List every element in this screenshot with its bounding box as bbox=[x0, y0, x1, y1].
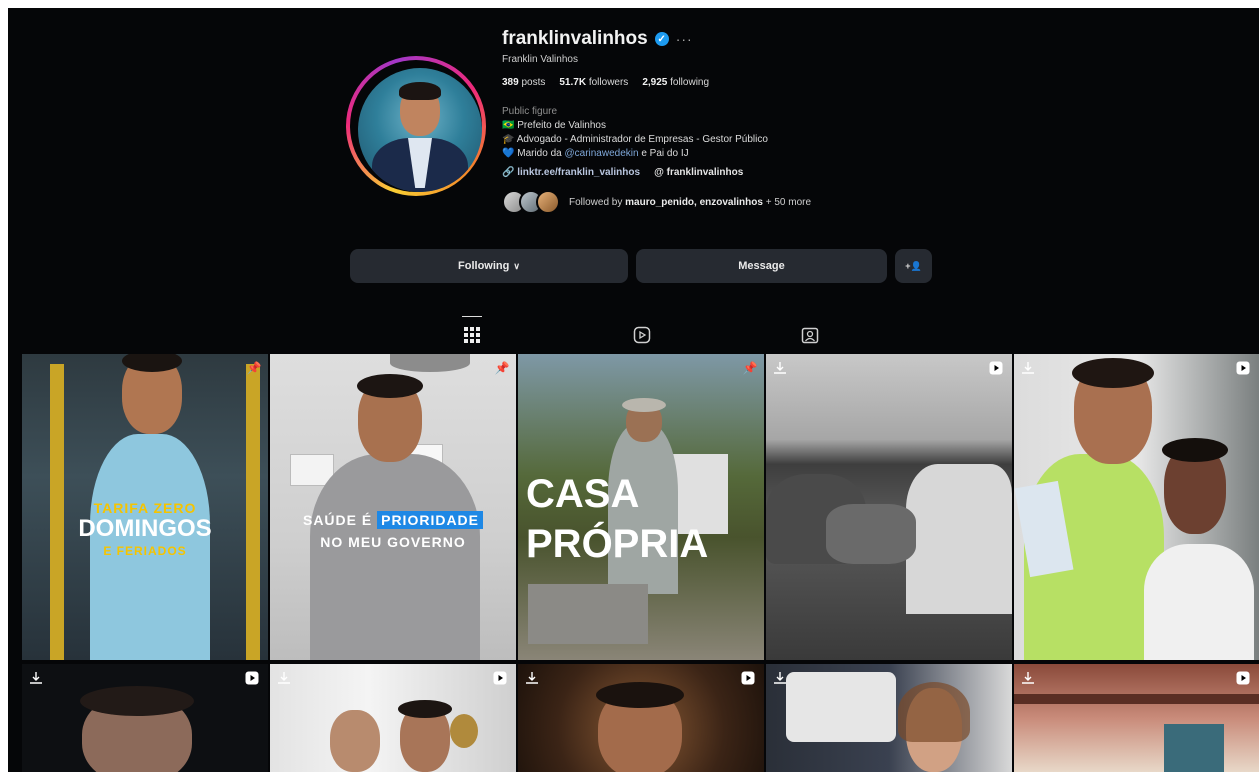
followed-by[interactable]: Followed by mauro_penido, enzovalinhos +… bbox=[502, 190, 1062, 214]
brazil-flag-icon: 🇧🇷 bbox=[502, 120, 515, 131]
download-icon[interactable] bbox=[772, 360, 788, 376]
reel-icon bbox=[1235, 360, 1251, 376]
post-caption: SAÚDE É PRIORIDADE bbox=[278, 511, 508, 529]
avatar[interactable] bbox=[358, 68, 482, 192]
tab-tagged[interactable] bbox=[798, 324, 822, 346]
profile-bio: 🇧🇷 Prefeito de Valinhos 🎓 Advogado - Adm… bbox=[502, 119, 1062, 161]
graduation-cap-icon: 🎓 bbox=[502, 134, 515, 145]
active-tab-indicator bbox=[462, 316, 482, 317]
reel-icon bbox=[244, 670, 260, 686]
link-icon: 🔗 bbox=[502, 167, 515, 178]
bio-mention-link[interactable]: @carinawedekin bbox=[564, 148, 638, 159]
download-icon[interactable] bbox=[524, 670, 540, 686]
following-stat[interactable]: 2,925 following bbox=[642, 77, 709, 88]
threads-link[interactable]: @ franklinvalinhos bbox=[654, 167, 743, 178]
verified-badge-icon: ✓ bbox=[654, 32, 669, 46]
pin-icon: 📌 bbox=[246, 361, 262, 375]
post-tile[interactable] bbox=[1014, 664, 1259, 772]
profile-avatar-story-ring[interactable] bbox=[346, 56, 486, 196]
profile-stats: 389 posts 51.7K followers 2,925 followin… bbox=[502, 77, 1062, 88]
more-options-icon[interactable]: ··· bbox=[676, 31, 693, 47]
following-button[interactable]: Following ∨ bbox=[350, 249, 628, 283]
post-caption: PRÓPRIA bbox=[526, 522, 709, 566]
reel-icon bbox=[988, 360, 1004, 376]
grid-icon bbox=[464, 327, 480, 343]
instagram-profile-page: franklinvalinhos ✓ ··· Franklin Valinhos… bbox=[8, 8, 1259, 772]
bio-line: 🎓 Advogado - Administrador de Empresas -… bbox=[502, 134, 768, 145]
threads-icon: @ bbox=[654, 167, 664, 178]
post-tile[interactable]: CASA PRÓPRIA 📌 bbox=[518, 354, 764, 660]
reels-icon bbox=[633, 326, 651, 344]
external-link[interactable]: 🔗 linktr.ee/franklin_valinhos bbox=[502, 167, 640, 178]
post-caption-highlight: PRIORIDADE bbox=[377, 511, 484, 529]
post-caption: E FERIADOS bbox=[103, 544, 187, 558]
post-tile[interactable] bbox=[766, 664, 1012, 772]
post-tile[interactable] bbox=[1014, 354, 1259, 660]
profile-links: 🔗 linktr.ee/franklin_valinhos @ franklin… bbox=[502, 167, 1062, 178]
pin-icon: 📌 bbox=[494, 361, 510, 375]
suggested-accounts-button[interactable]: +👤 bbox=[895, 249, 932, 283]
download-icon[interactable] bbox=[276, 670, 292, 686]
post-tile[interactable] bbox=[518, 664, 764, 772]
bio-line: 🇧🇷 Prefeito de Valinhos bbox=[502, 120, 606, 131]
post-caption: TARIFA ZERO bbox=[93, 500, 197, 516]
posts-grid: TARIFA ZERO DOMINGOS E FERIADOS 📌 SAÚDE … bbox=[22, 354, 1259, 772]
follower-avatar bbox=[536, 190, 560, 214]
reel-icon bbox=[1235, 670, 1251, 686]
profile-category: Public figure bbox=[502, 106, 558, 117]
bio-line: 💙 Marido da @carinawedekin e Pai do IJ bbox=[502, 148, 689, 159]
profile-header: franklinvalinhos ✓ ··· Franklin Valinhos… bbox=[502, 26, 1062, 214]
download-icon[interactable] bbox=[772, 670, 788, 686]
post-tile[interactable]: TARIFA ZERO DOMINGOS E FERIADOS 📌 bbox=[22, 354, 268, 660]
post-tile[interactable] bbox=[270, 664, 516, 772]
download-icon[interactable] bbox=[28, 670, 44, 686]
post-caption: NO MEU GOVERNO bbox=[320, 534, 466, 550]
profile-full-name: Franklin Valinhos bbox=[502, 54, 578, 65]
posts-stat: 389 posts bbox=[502, 77, 546, 88]
pin-icon: 📌 bbox=[742, 361, 758, 375]
reel-icon bbox=[740, 670, 756, 686]
download-icon[interactable] bbox=[1020, 670, 1036, 686]
tagged-icon bbox=[801, 327, 819, 344]
tab-posts[interactable] bbox=[460, 324, 484, 346]
profile-username: franklinvalinhos bbox=[502, 28, 648, 49]
post-caption: CASA bbox=[526, 472, 640, 516]
message-button[interactable]: Message bbox=[636, 249, 887, 283]
download-icon[interactable] bbox=[1020, 360, 1036, 376]
chevron-down-icon: ∨ bbox=[513, 260, 520, 271]
post-tile[interactable]: SAÚDE É PRIORIDADE NO MEU GOVERNO 📌 bbox=[270, 354, 516, 660]
blue-heart-icon: 💙 bbox=[502, 148, 515, 159]
post-tile[interactable] bbox=[22, 664, 268, 772]
tab-reels[interactable] bbox=[630, 324, 654, 346]
post-caption: DOMINGOS bbox=[78, 515, 212, 542]
reel-icon bbox=[492, 670, 508, 686]
followers-stat[interactable]: 51.7K followers bbox=[559, 77, 628, 88]
add-person-icon: +👤 bbox=[905, 260, 922, 271]
post-tile[interactable] bbox=[766, 354, 1012, 660]
